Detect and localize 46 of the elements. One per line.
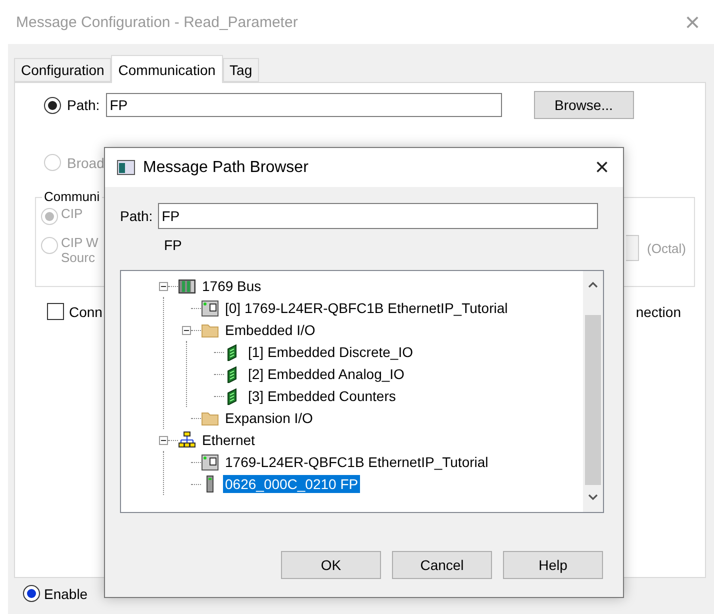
dialog-button[interactable]: Cancel — [392, 551, 492, 579]
checkbox[interactable] — [47, 303, 64, 320]
octal-label: (Octal) — [647, 240, 686, 256]
broadcast-label: Broad — [67, 154, 104, 170]
tab[interactable]: Tag — [222, 58, 260, 82]
tree-item[interactable]: 1769 Bus — [200, 277, 264, 295]
tree-item[interactable]: [1] Embedded Discrete_IO — [246, 343, 415, 361]
radio-button[interactable] — [23, 585, 40, 602]
tree-item[interactable]: 0626_000C_0210 FP — [223, 475, 360, 493]
tree-item[interactable]: [3] Embedded Counters — [246, 387, 398, 405]
controller-icon — [201, 299, 219, 317]
controller-icon — [201, 453, 219, 471]
path-field[interactable]: FP — [158, 203, 598, 229]
connected-label: Conn — [69, 304, 102, 320]
tree-item[interactable]: 1769-L24ER-QBFC1B EthernetIP_Tutorial — [223, 453, 490, 471]
path-label: Path: — [120, 208, 153, 224]
group-label: Communi — [42, 189, 102, 204]
dialog-button[interactable]: OK — [281, 551, 381, 579]
radio-button[interactable] — [44, 96, 61, 114]
close-button[interactable]: × — [590, 156, 613, 180]
field-edge — [626, 235, 639, 261]
tree-item[interactable]: Expansion I/O — [223, 409, 315, 427]
tree-item[interactable]: [0] 1769-L24ER-QBFC1B EthernetIP_Tutorial — [223, 299, 510, 317]
option-label: CIP — [61, 206, 83, 221]
collapse-toggle[interactable] — [159, 282, 168, 290]
dialog-title: Message Path Browser — [143, 158, 310, 176]
window-title: Message Configuration - Read_Parameter — [16, 14, 298, 30]
window-icon — [117, 160, 135, 175]
path-field[interactable]: FP — [106, 93, 502, 117]
option-label: Sourc — [61, 250, 96, 265]
enable-label: Enable — [44, 586, 88, 602]
collapse-toggle[interactable] — [182, 326, 191, 334]
path-label: Path: — [67, 97, 100, 113]
browse-button[interactable]: Browse... — [534, 91, 634, 119]
dialog-button[interactable]: Help — [503, 551, 603, 579]
resolved-path: FP — [164, 237, 183, 253]
scrollbar[interactable] — [583, 271, 603, 512]
tab[interactable]: Configuration — [14, 58, 112, 82]
connection-label: nection — [636, 304, 681, 320]
network-icon — [178, 431, 196, 449]
tree-item[interactable]: Embedded I/O — [223, 321, 318, 339]
option-label: CIP W — [61, 235, 98, 250]
tab[interactable]: Communication — [111, 55, 223, 83]
tree-item[interactable]: Ethernet — [200, 431, 257, 449]
collapse-toggle[interactable] — [159, 436, 168, 444]
tree-item[interactable]: [2] Embedded Analog_IO — [246, 365, 406, 383]
